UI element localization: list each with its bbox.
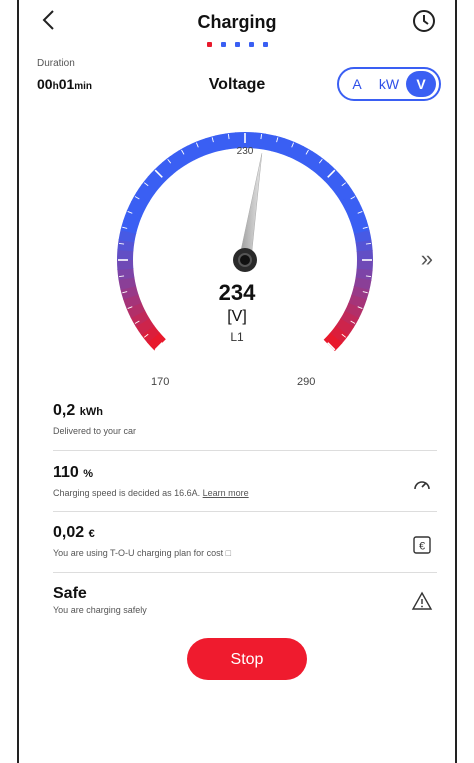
gauge-arc-segment: [135, 184, 155, 202]
gauge-reading: 234 [V] L1: [19, 280, 455, 344]
gauge-arc-segment: [161, 155, 180, 175]
unit-toggle[interactable]: AkW V: [337, 67, 441, 101]
page-title: Charging: [197, 12, 277, 32]
gauge-needle: [238, 153, 263, 262]
speed-value: 110 %: [53, 464, 94, 481]
gauge-unit: [V]: [227, 308, 247, 325]
speedometer-button[interactable]: [411, 474, 433, 496]
gauge-arc-segment: [123, 210, 142, 226]
page-dot: [220, 42, 226, 47]
gauge-arc-segment: [330, 176, 350, 195]
euro-icon: €: [413, 536, 431, 554]
gauge-arc-segment: [353, 230, 372, 244]
gauge-arc-segment: [205, 135, 220, 154]
page-dot: [262, 42, 268, 47]
safety-desc: You are charging safely: [53, 605, 147, 615]
gauge-arc-segment: [279, 138, 295, 157]
gauge-value: 234: [218, 280, 256, 305]
gauge-arc-segment: [355, 268, 373, 281]
gauge-arc-segment: [196, 137, 212, 157]
gauge-arc-segment: [215, 133, 229, 152]
warning-icon: [411, 591, 433, 610]
learn-more-link[interactable]: Learn more: [203, 488, 249, 498]
gauge-arc-segment: [262, 133, 276, 152]
gauge-arc-segment: [351, 220, 370, 235]
next-page-button[interactable]: »: [421, 246, 433, 272]
gauge-arc-segment: [117, 267, 135, 281]
gauge-arc-segment: [253, 132, 266, 150]
page-dot: [206, 42, 212, 47]
unit-option-kw[interactable]: kW: [374, 76, 404, 92]
gauge-arc-segment: [348, 211, 368, 227]
safety-row: Safe You are charging safely: [53, 585, 437, 615]
gauge-hub-center: [238, 253, 252, 267]
stop-button[interactable]: Stop: [187, 638, 307, 680]
gauge-arc-segment: [154, 162, 173, 181]
cost-row: 0,02 € You are using T-O-U charging plan…: [53, 524, 437, 558]
svg-text:€: €: [419, 541, 425, 553]
energy-value: 0,2 kWh: [53, 402, 103, 419]
gauge-arc-segment: [186, 141, 203, 161]
charging-screen: Charging Duration 00h01min Voltage AkW V …: [17, 0, 457, 763]
speedometer-icon: [414, 481, 430, 490]
gauge-arc-segment: [117, 239, 135, 252]
unit-option-v[interactable]: V: [406, 71, 436, 97]
divider: [53, 511, 437, 512]
unit-option-a[interactable]: A: [342, 76, 372, 92]
divider: [53, 450, 437, 451]
gauge-arc-segment: [303, 150, 321, 170]
gauge-arc-segment: [169, 150, 188, 170]
warning-button[interactable]: [411, 590, 433, 612]
gauge-arc-segment: [271, 135, 286, 154]
cost-desc: You are using T-O-U charging plan for co…: [53, 548, 232, 558]
history-button[interactable]: [411, 8, 437, 34]
cost-value: 0,02 €: [53, 524, 95, 541]
speed-row: 110 % Charging speed is decided as 16.6A…: [53, 464, 437, 498]
gauge-phase: L1: [230, 330, 244, 344]
gauge-arc-segment: [118, 229, 137, 243]
gauge-arc-segment: [120, 219, 139, 234]
gauge-arc-segment: [344, 201, 364, 218]
clock-icon: [413, 10, 435, 32]
page-dot: [234, 42, 240, 47]
gauge-min-label: 170: [151, 376, 170, 388]
gauge-arc-segment: [287, 141, 304, 161]
duration-label: Duration: [37, 58, 75, 69]
page-dot: [248, 42, 254, 47]
speed-desc: Charging speed is decided as 16.6A. Lear…: [53, 488, 249, 498]
gauge-arc-segment: [324, 169, 343, 188]
gauge-arc-segment: [141, 176, 161, 195]
gauge-arc-segment: [224, 132, 238, 150]
gauge-arc-segment: [130, 192, 150, 210]
energy-desc: Delivered to your car: [53, 426, 137, 436]
divider: [53, 572, 437, 573]
gauge-mid-label: 230: [237, 146, 254, 157]
edit-icon[interactable]: □: [226, 548, 231, 558]
gauge-arc-segment: [126, 201, 146, 218]
gauge-arc-segment: [310, 156, 329, 176]
double-chevron-right-icon: »: [420, 246, 433, 271]
page-indicator: [19, 42, 455, 47]
gauge-arc-segment: [355, 239, 373, 253]
gauge-arc-segment: [295, 145, 313, 165]
energy-row: 0,2 kWh Delivered to your car: [53, 402, 437, 436]
gauge-max-label: 290: [297, 376, 316, 388]
cost-plan-button[interactable]: €: [411, 534, 433, 556]
gauge-arc-segment: [335, 184, 355, 203]
safety-value: Safe: [53, 585, 87, 602]
